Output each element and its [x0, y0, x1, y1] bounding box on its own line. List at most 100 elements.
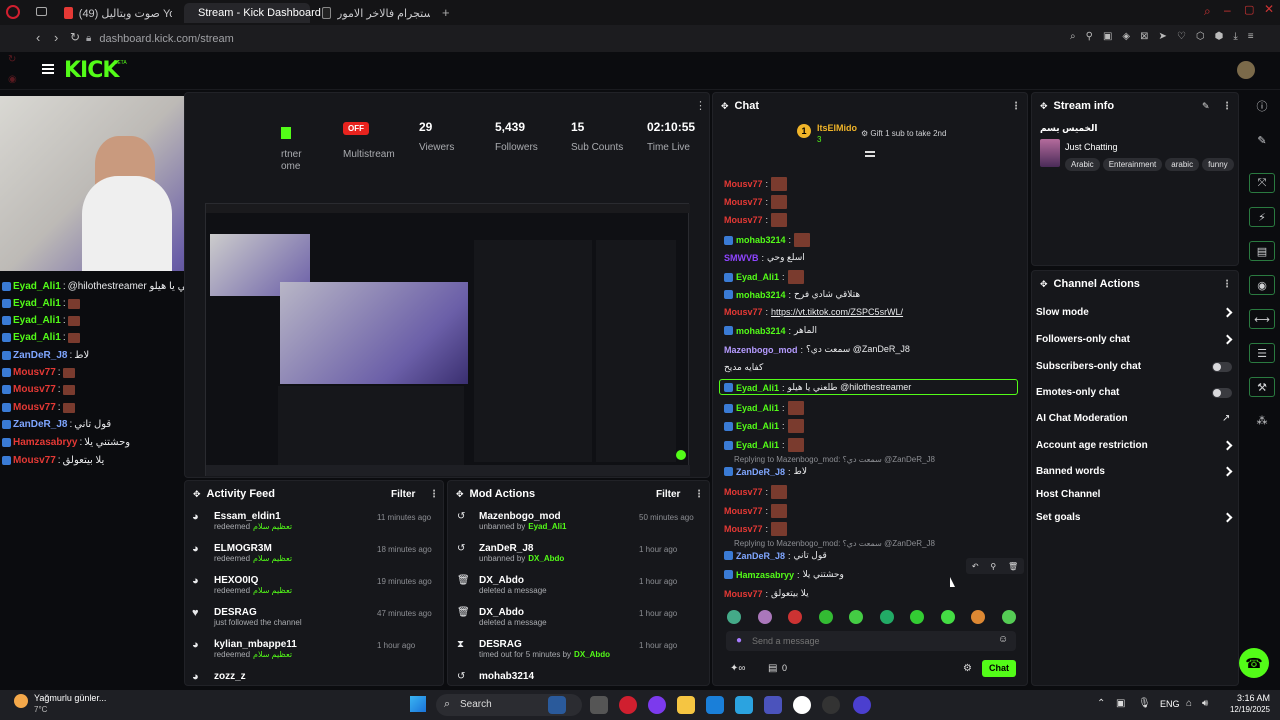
maximize-icon[interactable]: ▢: [1244, 3, 1254, 16]
send-icon[interactable]: ➤: [1158, 31, 1166, 42]
network-icon[interactable]: ⌂: [1186, 698, 1192, 709]
chat-username[interactable]: Mousv77: [13, 384, 56, 395]
vpn-icon[interactable]: ◈: [1122, 31, 1130, 42]
edit-icon[interactable]: ✎: [1202, 101, 1210, 112]
chat-message[interactable]: Mazenbogo_mod: سمعت دي؟ @ZanDeR_J8: [724, 344, 910, 355]
chat-username[interactable]: Eyad_Ali1: [736, 440, 779, 450]
chat-message[interactable]: Mousv77: يلا بيتعولق: [724, 588, 809, 599]
chat-username[interactable]: Mousv77: [724, 197, 763, 207]
chat-message[interactable]: mohab3214: الماهر: [724, 325, 817, 336]
opera-logo-icon[interactable]: [6, 5, 20, 19]
mod-target[interactable]: DX_Abdo: [528, 554, 564, 563]
lightning-icon[interactable]: ⚡︎: [1249, 207, 1275, 227]
activity-filter-button[interactable]: Filter: [391, 489, 415, 500]
weather-label[interactable]: Yağmurlu günler...: [34, 693, 106, 703]
pinned-user[interactable]: ItsElMido: [817, 123, 857, 133]
support-chat-button[interactable]: ☎: [1239, 648, 1269, 678]
chat-username[interactable]: Mousv77: [724, 589, 763, 599]
emote-shortcut-icon[interactable]: [788, 610, 802, 624]
flow-icon[interactable]: ⬢: [1215, 31, 1224, 42]
chat-icon[interactable]: ◉: [1249, 275, 1275, 295]
chat-message[interactable]: Mousv77: https://vt.tiktok.com/ZSPC5srWL/: [724, 307, 903, 317]
clock-time[interactable]: 3:16 AM: [1226, 693, 1270, 703]
collapse-icon[interactable]: ✥: [193, 489, 201, 500]
category-name[interactable]: Just Chatting: [1065, 142, 1118, 152]
new-tab-icon[interactable]: +: [442, 5, 450, 20]
chat-username[interactable]: Mousv77: [724, 307, 763, 317]
taskbar-app-icon[interactable]: [548, 696, 566, 714]
mod-target[interactable]: Eyad_Ali1: [528, 522, 566, 531]
kick-logo[interactable]: KICK: [64, 58, 119, 83]
menu-icon[interactable]: ≡: [1248, 31, 1254, 42]
sidebar-refresh-icon[interactable]: ↻: [8, 54, 16, 65]
activity-username[interactable]: kylian_mbappe11: [214, 639, 297, 650]
mic-tray-icon[interactable]: 🎙︎: [1138, 698, 1151, 709]
activity-item[interactable]: ◕ Essam_eldin1 redeemed تعظيم سلام 11 minute…: [192, 511, 437, 531]
forward-icon[interactable]: ›: [54, 30, 58, 45]
mod-username[interactable]: Mazenbogo_mod: [479, 511, 567, 522]
stat-multistream[interactable]: OFF Multistream: [343, 120, 395, 160]
chat-message[interactable]: Mousv77:: [724, 485, 788, 499]
collapse-icon[interactable]: ✥: [721, 101, 729, 112]
app-icon[interactable]: [853, 696, 871, 714]
chat-username[interactable]: SMWVB: [724, 253, 759, 263]
chat-username[interactable]: Eyad_Ali1: [736, 421, 779, 431]
emote-shortcut-icon[interactable]: [757, 610, 772, 624]
file-explorer-icon[interactable]: [677, 696, 695, 714]
camera-icon[interactable]: ⊠: [1140, 31, 1148, 42]
activity-menu-icon[interactable]: ⋮: [429, 489, 439, 500]
activity-username[interactable]: Essam_eldin1: [214, 511, 292, 522]
chat-username[interactable]: Mousv77: [724, 487, 763, 497]
reload-icon[interactable]: ↻: [70, 30, 80, 44]
clock-date[interactable]: 12/19/2025: [1220, 705, 1270, 714]
gift-sub-icon[interactable]: ▤: [768, 663, 777, 674]
collapse-icon[interactable]: ✥: [1040, 279, 1048, 290]
opera-taskbar-icon[interactable]: [619, 696, 637, 714]
mod-action-item[interactable]: ↺ Mazenbogo_mod unbanned by Eyad_Ali1 50 min…: [457, 511, 702, 531]
chat-username[interactable]: Eyad_Ali1: [13, 332, 61, 343]
chat-username[interactable]: Mazenbogo_mod: [724, 345, 798, 355]
emote-shortcut-icon[interactable]: [818, 610, 833, 624]
chat-username[interactable]: mohab3214: [736, 290, 786, 300]
activity-item[interactable]: ♥ DESRAG just followed the channel 47 minut…: [192, 607, 437, 627]
tab-tiktok[interactable]: اداها الانستجرام فالاخر الامور: [314, 3, 438, 23]
list-icon[interactable]: ☰: [1249, 343, 1275, 363]
mic-icon[interactable]: ●: [736, 635, 742, 646]
chat-menu-icon[interactable]: ⋮: [1011, 101, 1021, 112]
mod-action-item[interactable]: ↺ ZanDeR_J8 unbanned by DX_Abdo 1 hour ago: [457, 543, 702, 563]
chat-username[interactable]: Eyad_Ali1: [736, 403, 779, 413]
mod-action-item[interactable]: ⧗ DESRAG timed out for 5 minutes by DX_Abdo…: [457, 639, 702, 659]
mod-username[interactable]: mohab3214: [479, 671, 534, 682]
mod-username[interactable]: ZanDeR_J8: [479, 543, 564, 554]
chat-text[interactable]: https://vt.tiktok.com/ZSPC5srWL/: [771, 307, 903, 317]
search-tabs-icon[interactable]: ⌕: [1204, 4, 1211, 19]
chat-username[interactable]: Mousv77: [724, 524, 763, 534]
document-icon[interactable]: ▤: [1249, 241, 1275, 261]
chat-username[interactable]: Mousv77: [13, 367, 56, 378]
chat-message[interactable]: Eyad_Ali1:: [724, 419, 804, 433]
chat-username[interactable]: mohab3214: [736, 326, 786, 336]
sidebar-user-icon[interactable]: ◉: [8, 74, 17, 85]
collapse-icon[interactable]: ✥: [1040, 101, 1048, 112]
music-icon[interactable]: [793, 696, 811, 714]
emote-shortcut-icon[interactable]: [971, 610, 985, 624]
weather-icon[interactable]: [14, 694, 28, 708]
activity-item[interactable]: ◕ ELMOGR3M redeemed تعظيم سلام 18 minutes ag…: [192, 543, 437, 563]
download-icon[interactable]: ⤓: [1233, 31, 1237, 42]
chat-message[interactable]: Eyad_Ali1:: [724, 270, 804, 284]
mod-username[interactable]: DESRAG: [479, 639, 610, 650]
link-icon[interactable]: ⟷: [1249, 309, 1275, 329]
chat-message[interactable]: mohab3214: هتلاقي شادي فرح: [724, 289, 860, 300]
chat-message[interactable]: Eyad_Ali1:: [724, 438, 804, 452]
emote-shortcut-icon[interactable]: [879, 610, 894, 624]
chat-username[interactable]: ZanDeR_J8: [736, 467, 785, 477]
volume-icon[interactable]: 🔊︎: [1202, 698, 1208, 709]
chat-message[interactable]: Mousv77:: [724, 195, 788, 209]
chat-message[interactable]: Eyad_Ali1:: [724, 401, 804, 415]
chat-message[interactable]: Mousv77:: [724, 213, 788, 227]
mod-username[interactable]: DX_Abdo: [479, 607, 547, 618]
chat-message[interactable]: Mousv77:: [724, 522, 788, 536]
discord-icon[interactable]: [648, 696, 666, 714]
info-icon[interactable]: ⓘ: [1249, 96, 1275, 116]
chat-username[interactable]: ZanDeR_J8: [736, 551, 785, 561]
